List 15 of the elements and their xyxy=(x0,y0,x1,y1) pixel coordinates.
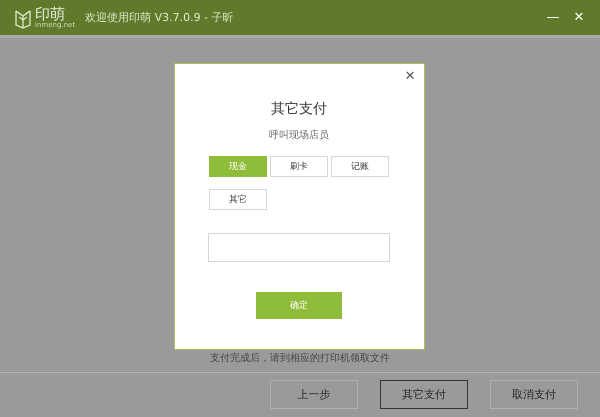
payment-option[interactable]: 刷卡 xyxy=(270,156,328,177)
dialog-title: 其它支付 xyxy=(271,100,327,118)
back-button[interactable]: 上一步 xyxy=(270,380,358,409)
other-payment-button[interactable]: 其它支付 xyxy=(380,380,468,409)
input-field[interactable] xyxy=(208,233,390,262)
logo-text: 印萌 xyxy=(35,6,65,22)
cancel-payment-button[interactable]: 取消支付 xyxy=(490,380,578,409)
window-title: 欢迎使用印萌 V3.7.0.9 - 子昕 xyxy=(85,10,235,25)
dialog-subtitle: 呼叫现场店员 xyxy=(269,128,329,142)
minimize-button[interactable]: — xyxy=(542,10,564,25)
payment-option[interactable]: 记账 xyxy=(331,156,389,177)
close-button[interactable]: ✕ xyxy=(568,10,590,25)
close-button[interactable]: ✕ xyxy=(404,69,416,84)
payment-option[interactable]: 其它 xyxy=(209,189,267,210)
hint-text: 支付完成后，请到相应的打印机领取文件 xyxy=(210,352,390,365)
